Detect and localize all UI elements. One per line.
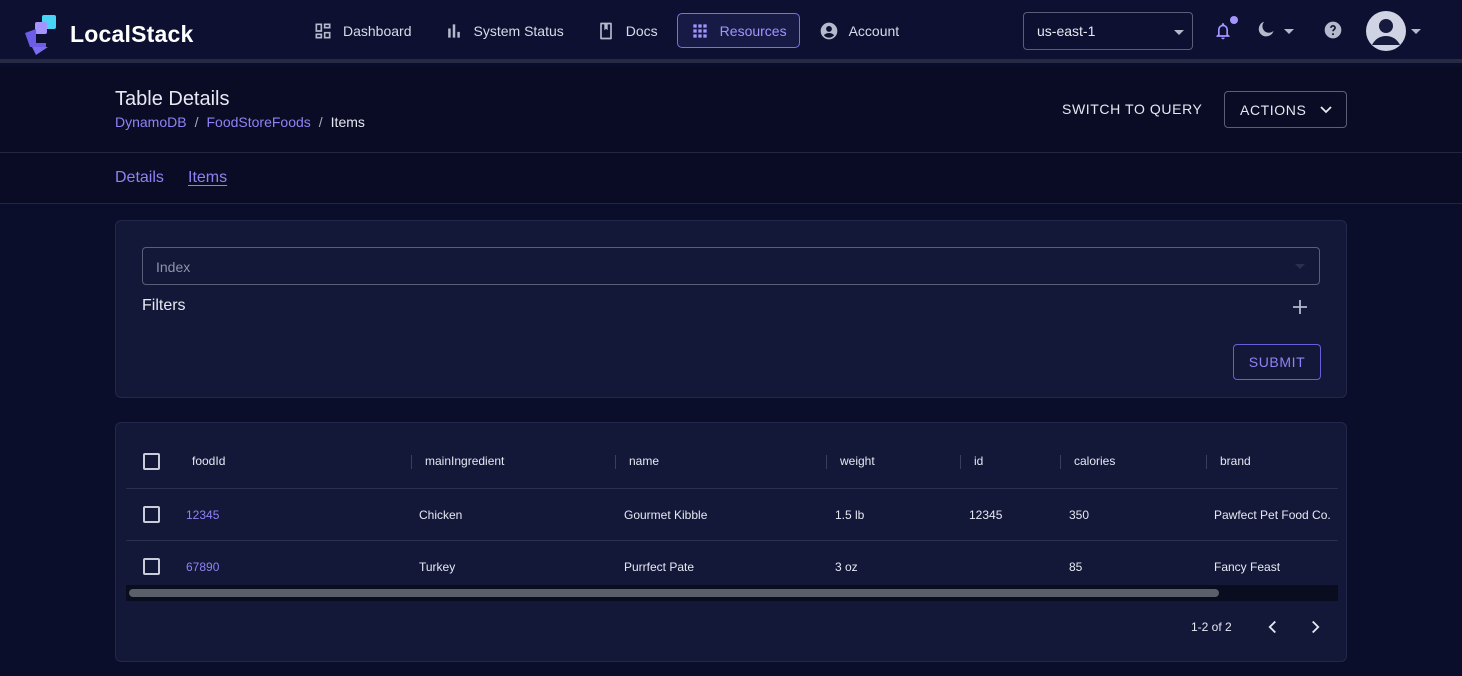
- query-filter-panel: Index Filters SUBMIT: [115, 220, 1347, 398]
- index-placeholder: Index: [156, 259, 191, 275]
- nav-system-status[interactable]: System Status: [431, 13, 577, 48]
- actions-label: ACTIONS: [1240, 102, 1307, 118]
- avatar-chevron-down-icon[interactable]: [1411, 29, 1421, 34]
- column-separator[interactable]: [1206, 455, 1207, 469]
- cell-mainingredient: Chicken: [419, 508, 463, 522]
- breadcrumb-separator: /: [318, 114, 323, 130]
- column-separator[interactable]: [1060, 455, 1061, 469]
- user-avatar-icon: [1372, 19, 1400, 45]
- breadcrumb-current: Items: [330, 114, 365, 130]
- cell-name: Purrfect Pate: [624, 560, 695, 574]
- tab-items[interactable]: Items: [188, 169, 227, 187]
- notifications-bell-icon[interactable]: [1213, 20, 1233, 42]
- notification-badge: [1230, 16, 1238, 24]
- nav-resources[interactable]: Resources: [676, 13, 800, 48]
- account-circle-icon: [820, 22, 837, 39]
- column-header-brand[interactable]: brand: [1220, 454, 1251, 468]
- add-filter-plus-icon[interactable]: [1288, 295, 1312, 319]
- index-select[interactable]: Index: [142, 247, 1320, 285]
- column-header-name[interactable]: name: [629, 454, 659, 468]
- row-checkbox[interactable]: [143, 506, 160, 523]
- column-separator[interactable]: [615, 455, 616, 469]
- cell-calories: 85: [1069, 560, 1083, 574]
- cell-brand: Fancy Feast: [1214, 560, 1281, 574]
- items-table: foodId mainIngredient name weight id cal…: [126, 437, 1338, 587]
- cell-name: Gourmet Kibble: [624, 508, 708, 522]
- cell-weight: 1.5 lb: [835, 508, 865, 522]
- next-page-chevron-right-icon[interactable]: [1304, 616, 1326, 638]
- breadcrumb-separator: /: [194, 114, 199, 130]
- column-header-calories[interactable]: calories: [1074, 454, 1115, 468]
- tab-bar: Details Items: [0, 153, 1462, 204]
- nav-docs[interactable]: Docs: [583, 13, 671, 48]
- pagination-range: 1-2 of 2: [1191, 620, 1232, 634]
- table-header-row: foodId mainIngredient name weight id cal…: [126, 437, 1338, 489]
- tab-details[interactable]: Details: [115, 169, 164, 187]
- cell-calories: 350: [1069, 508, 1090, 522]
- nav-system-status-label: System Status: [473, 22, 564, 39]
- chevron-down-icon: [1174, 30, 1184, 35]
- grid-icon: [693, 23, 707, 38]
- submit-button[interactable]: SUBMIT: [1233, 344, 1321, 380]
- breadcrumb-dynamodb[interactable]: DynamoDB: [115, 114, 187, 130]
- breadcrumb: DynamoDB / FoodStoreFoods / Items: [115, 114, 365, 130]
- help-icon[interactable]: [1323, 20, 1343, 40]
- dashboard-icon: [315, 23, 331, 38]
- previous-page-chevron-left-icon[interactable]: [1262, 616, 1284, 638]
- chevron-down-icon: [1320, 106, 1332, 114]
- actions-button[interactable]: ACTIONS: [1224, 91, 1347, 128]
- column-separator[interactable]: [960, 455, 961, 469]
- nav-account[interactable]: Account: [806, 13, 913, 48]
- cell-brand: Pawfect Pet Food Co.: [1214, 508, 1331, 522]
- theme-moon-icon[interactable]: [1255, 20, 1277, 40]
- table-row[interactable]: 67890 Turkey Purrfect Pate 3 oz 85 Fancy…: [126, 541, 1338, 587]
- page-title: Table Details: [115, 88, 230, 110]
- avatar[interactable]: [1366, 11, 1406, 51]
- filters-label: Filters: [142, 297, 186, 314]
- nav-account-label: Account: [848, 22, 900, 39]
- theme-chevron-down-icon[interactable]: [1284, 29, 1294, 34]
- nav-dashboard[interactable]: Dashboard: [300, 13, 425, 48]
- cell-id: 12345: [969, 508, 1003, 522]
- column-header-mainingredient[interactable]: mainIngredient: [425, 454, 504, 468]
- bar-chart-icon: [447, 23, 460, 38]
- items-table-panel: foodId mainIngredient name weight id cal…: [115, 422, 1347, 662]
- cell-weight: 3 oz: [835, 560, 858, 574]
- switch-to-query-button[interactable]: SWITCH TO QUERY: [1052, 93, 1212, 125]
- top-navigation-bar: LocalStack Dashboard System Status Docs …: [0, 0, 1462, 63]
- region-value: us-east-1: [1037, 23, 1096, 39]
- book-icon: [599, 22, 612, 39]
- page-header: Table Details DynamoDB / FoodStoreFoods …: [0, 67, 1462, 153]
- main-nav: Dashboard System Status Docs Resources A…: [300, 13, 918, 48]
- logo[interactable]: LocalStack: [22, 13, 193, 55]
- row-checkbox[interactable]: [143, 558, 160, 575]
- column-header-weight[interactable]: weight: [840, 454, 875, 468]
- scrollbar-thumb[interactable]: [129, 589, 1219, 597]
- region-select[interactable]: us-east-1: [1023, 12, 1193, 50]
- select-all-checkbox[interactable]: [143, 453, 160, 470]
- logo-text: LocalStack: [70, 20, 194, 47]
- nav-dashboard-label: Dashboard: [343, 22, 412, 39]
- nav-resources-label: Resources: [719, 22, 787, 39]
- horizontal-scrollbar[interactable]: [126, 585, 1338, 601]
- nav-docs-label: Docs: [625, 22, 658, 39]
- cell-foodid-link[interactable]: 67890: [186, 560, 219, 574]
- table-row[interactable]: 12345 Chicken Gourmet Kibble 1.5 lb 1234…: [126, 489, 1338, 541]
- column-separator[interactable]: [411, 455, 412, 469]
- column-separator[interactable]: [826, 455, 827, 469]
- column-header-foodid[interactable]: foodId: [192, 454, 225, 468]
- cell-foodid-link[interactable]: 12345: [186, 508, 219, 522]
- localstack-logo-icon: [25, 15, 56, 55]
- breadcrumb-table[interactable]: FoodStoreFoods: [206, 114, 310, 130]
- chevron-down-icon: [1295, 264, 1305, 269]
- column-header-id[interactable]: id: [974, 454, 983, 468]
- cell-mainingredient: Turkey: [419, 560, 456, 574]
